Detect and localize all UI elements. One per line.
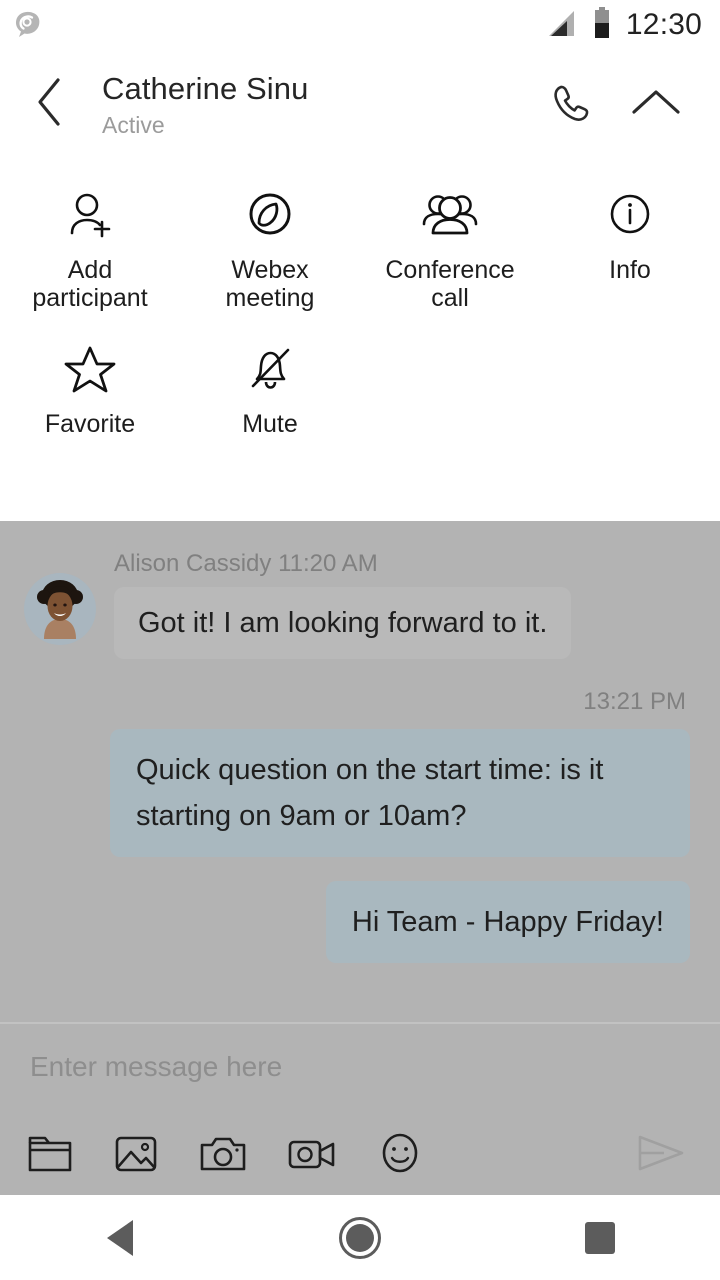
action-label: Info bbox=[609, 256, 651, 284]
header-actions bbox=[548, 68, 720, 126]
chevron-left-icon bbox=[33, 76, 67, 133]
message-body: Alison Cassidy 11:20 AM Got it! I am loo… bbox=[114, 549, 690, 659]
action-conference-call[interactable]: Conference call bbox=[360, 188, 540, 312]
action-favorite[interactable]: Favorite bbox=[0, 342, 180, 438]
message-time: 13:21 PM bbox=[583, 688, 686, 715]
back-button[interactable] bbox=[14, 68, 86, 140]
nav-recents-button[interactable] bbox=[480, 1221, 720, 1254]
home-circle-icon bbox=[339, 1216, 381, 1259]
send-icon bbox=[638, 1135, 684, 1171]
message-bubble[interactable]: Hi Team - Happy Friday! bbox=[325, 881, 690, 963]
image-icon[interactable] bbox=[112, 1131, 160, 1175]
nav-home-button[interactable] bbox=[240, 1216, 480, 1259]
status-bar-left bbox=[10, 7, 544, 46]
webex-swirl-icon bbox=[10, 7, 44, 46]
folder-icon[interactable] bbox=[26, 1131, 74, 1175]
video-icon[interactable] bbox=[286, 1131, 338, 1175]
action-webex-meeting[interactable]: Webex meeting bbox=[180, 188, 360, 312]
action-label: Webex meeting bbox=[225, 256, 315, 312]
action-mute[interactable]: Mute bbox=[180, 342, 360, 438]
star-icon bbox=[61, 342, 119, 398]
action-info[interactable]: Info bbox=[540, 188, 720, 312]
status-bar-right: 12:30 bbox=[544, 6, 702, 46]
back-triangle-icon bbox=[107, 1219, 133, 1256]
webex-meeting-icon bbox=[242, 188, 298, 244]
chevron-up-icon[interactable] bbox=[630, 86, 682, 120]
phone-icon[interactable] bbox=[548, 80, 594, 126]
message-incoming: Alison Cassidy 11:20 AM Got it! I am loo… bbox=[24, 549, 690, 659]
cellular-signal-icon bbox=[544, 9, 578, 44]
send-button[interactable] bbox=[634, 1130, 694, 1176]
action-empty-1 bbox=[360, 342, 540, 438]
action-empty-2 bbox=[540, 342, 720, 438]
action-label: Conference call bbox=[385, 256, 515, 312]
conference-call-icon bbox=[419, 188, 481, 244]
composer-attachment-icons bbox=[26, 1129, 634, 1177]
bell-slash-icon bbox=[242, 342, 298, 398]
chat-area: Alison Cassidy 11:20 AM Got it! I am loo… bbox=[0, 521, 720, 1195]
message-outgoing: 13:21 PM Quick question on the start tim… bbox=[24, 687, 690, 963]
action-add-participant[interactable]: Add participant bbox=[0, 188, 180, 312]
action-label: Favorite bbox=[44, 410, 136, 438]
battery-icon bbox=[592, 6, 612, 46]
nav-back-button[interactable] bbox=[0, 1219, 240, 1256]
message-bubble[interactable]: Quick question on the start time: is it … bbox=[110, 729, 690, 857]
header-titles: Catherine Sinu Active bbox=[102, 68, 548, 140]
add-participant-icon bbox=[62, 188, 118, 244]
home-circle-inner bbox=[346, 1223, 374, 1252]
phone-screen: 12:30 Catherine Sinu Active Add particip… bbox=[0, 0, 720, 1280]
recents-square-icon bbox=[585, 1221, 615, 1254]
message-input[interactable]: Enter message here bbox=[0, 1024, 720, 1084]
message-meta: Alison Cassidy 11:20 AM bbox=[114, 550, 378, 577]
contact-name: Catherine Sinu bbox=[102, 71, 309, 106]
message-composer: Enter message here bbox=[0, 1022, 720, 1195]
avatar bbox=[24, 573, 96, 645]
message-list[interactable]: Alison Cassidy 11:20 AM Got it! I am loo… bbox=[0, 521, 720, 1022]
emoji-icon[interactable] bbox=[376, 1129, 424, 1177]
status-clock: 12:30 bbox=[625, 8, 702, 41]
status-bar: 12:30 bbox=[0, 0, 720, 52]
action-label: Mute bbox=[242, 410, 298, 438]
contact-status: Active bbox=[102, 112, 165, 138]
action-panel: Add participant Webex meeting Conference… bbox=[0, 160, 720, 521]
conversation-header: Catherine Sinu Active bbox=[0, 52, 720, 160]
android-nav-bar bbox=[0, 1195, 720, 1280]
composer-toolbar bbox=[0, 1129, 720, 1177]
action-label: Add participant bbox=[32, 256, 148, 312]
info-icon bbox=[602, 188, 658, 244]
action-row-2: Favorite Mute bbox=[0, 312, 720, 438]
camera-icon[interactable] bbox=[198, 1131, 248, 1175]
action-row-1: Add participant Webex meeting Conference… bbox=[0, 160, 720, 312]
message-bubble[interactable]: Got it! I am looking forward to it. bbox=[114, 587, 572, 659]
